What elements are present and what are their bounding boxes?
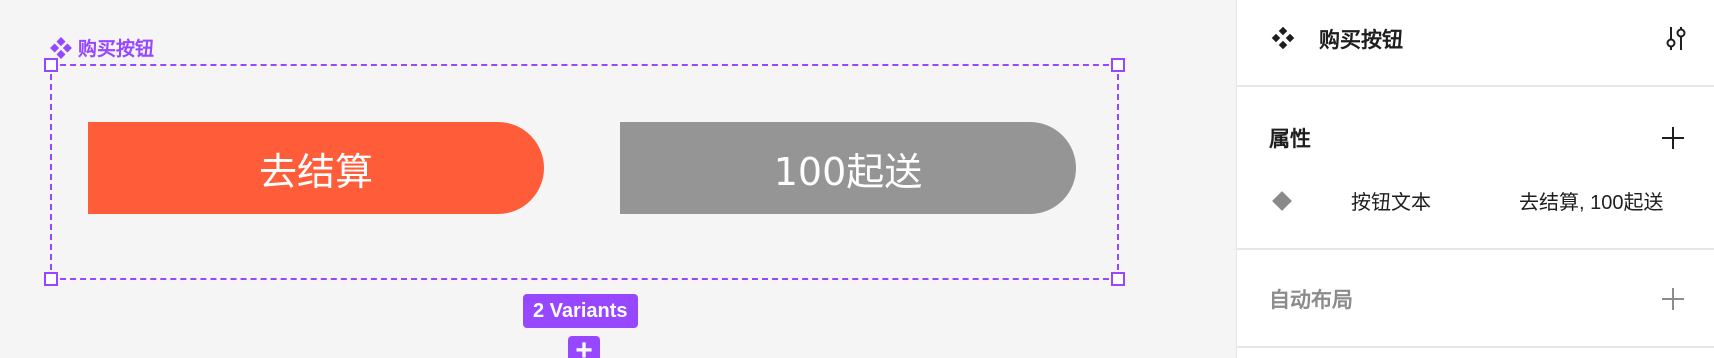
properties-panel: 购买按钮 属性 按钮文本 去结算, 100起送 自动布局 — [1236, 0, 1714, 358]
component-set-name: 购买按钮 — [78, 39, 155, 60]
variant-checkout-button[interactable]: 去结算 — [88, 122, 544, 214]
auto-layout-title: 自动布局 — [1269, 289, 1353, 312]
resize-handle-top-right[interactable] — [1111, 58, 1125, 72]
design-canvas[interactable]: 购买按钮 去结算 100起送 2 Variants + — [0, 0, 1236, 358]
add-property-icon[interactable] — [1660, 125, 1686, 151]
component-set-icon — [50, 36, 72, 59]
variant-minimum-order-label: 100起送 — [773, 149, 923, 194]
resize-handle-bottom-right[interactable] — [1111, 272, 1125, 286]
resize-handle-top-left[interactable] — [44, 58, 58, 72]
variant-checkout-label: 去结算 — [258, 149, 373, 194]
properties-title: 属性 — [1269, 128, 1311, 151]
component-name: 购买按钮 — [1319, 29, 1403, 52]
property-row-button-text[interactable]: 按钮文本 去结算, 100起送 — [1269, 183, 1690, 217]
add-auto-layout-icon[interactable] — [1660, 286, 1686, 312]
auto-layout-section: 自动布局 — [1237, 250, 1714, 348]
property-value: 去结算, 100起送 — [1519, 192, 1664, 214]
component-set-icon — [1271, 26, 1295, 50]
variants-count-badge[interactable]: 2 Variants — [523, 294, 638, 328]
adjust-settings-icon[interactable] — [1662, 24, 1690, 52]
component-set-label[interactable]: 购买按钮 — [50, 34, 154, 61]
component-set-frame[interactable]: 去结算 100起送 — [44, 58, 1125, 286]
plus-icon: + — [575, 334, 593, 358]
add-variant-button[interactable]: + — [568, 336, 600, 358]
property-name: 按钮文本 — [1351, 192, 1431, 214]
variant-diamond-icon — [1272, 191, 1292, 211]
resize-handle-bottom-left[interactable] — [44, 272, 58, 286]
variant-minimum-order-button[interactable]: 100起送 — [620, 122, 1076, 214]
properties-section: 属性 按钮文本 去结算, 100起送 — [1237, 87, 1714, 250]
component-header: 购买按钮 — [1237, 0, 1714, 87]
